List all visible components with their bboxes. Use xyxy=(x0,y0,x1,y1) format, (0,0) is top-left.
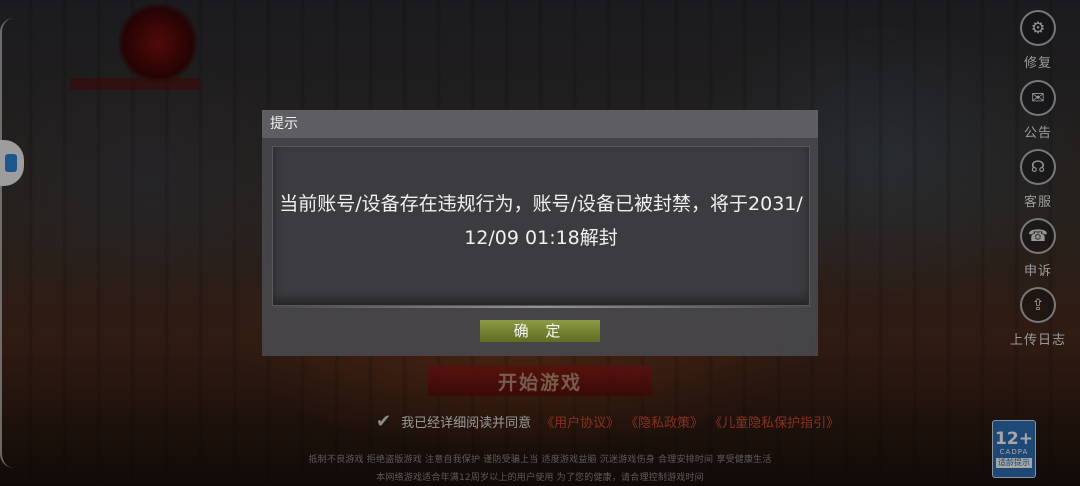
ban-notice-dialog: 提示 当前账号/设备存在违规行为，账号/设备已被封禁，将于2031/12/09 … xyxy=(262,110,818,356)
confirm-button[interactable]: 确 定 xyxy=(480,320,600,342)
dialog-message: 当前账号/设备存在违规行为，账号/设备已被封禁，将于2031/12/09 01:… xyxy=(279,193,803,249)
dialog-body: 当前账号/设备存在违规行为，账号/设备已被封禁，将于2031/12/09 01:… xyxy=(272,146,810,306)
dialog-divider xyxy=(262,306,818,308)
dialog-title: 提示 xyxy=(262,110,818,138)
